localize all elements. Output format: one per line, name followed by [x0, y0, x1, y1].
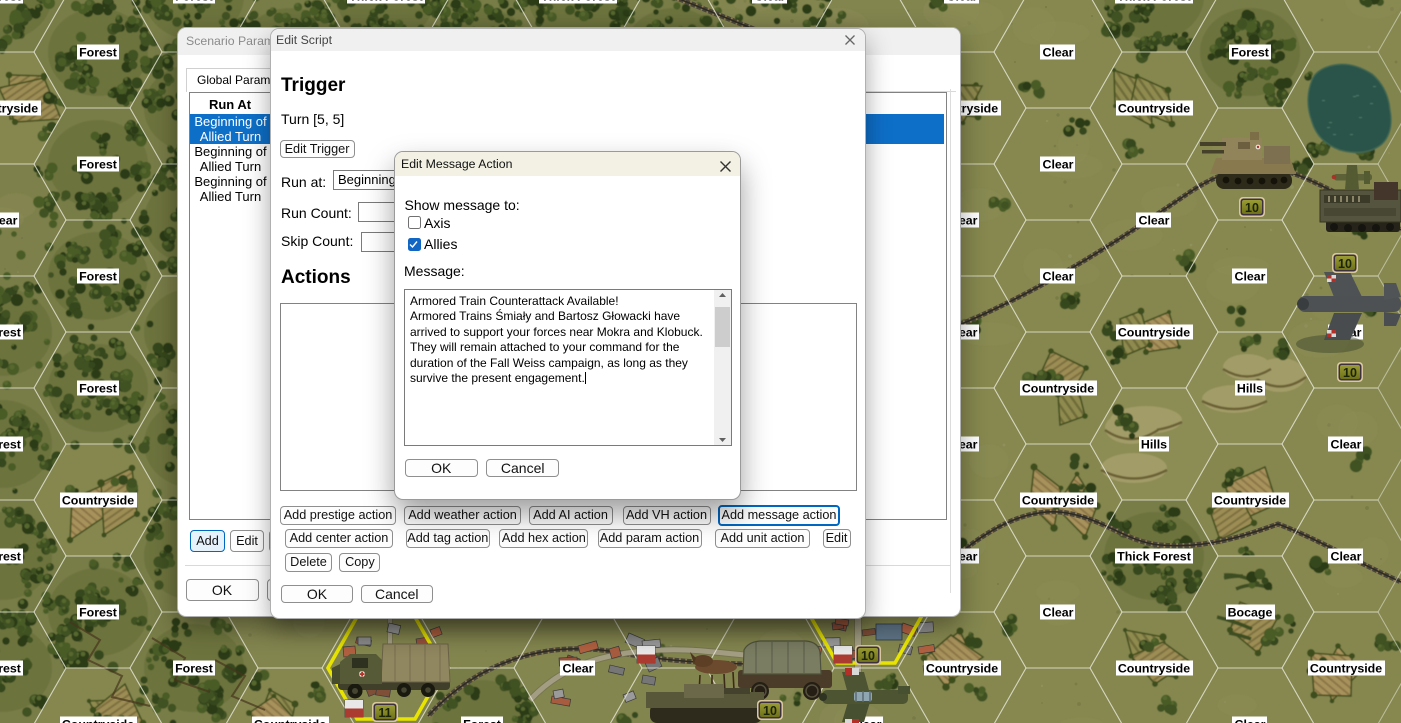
- svg-text:Forest: Forest: [79, 46, 117, 60]
- svg-text:Clear: Clear: [1235, 718, 1266, 723]
- svg-text:Forest: Forest: [0, 662, 21, 676]
- svg-text:Countryside: Countryside: [1214, 494, 1286, 508]
- svg-text:Clear: Clear: [1043, 606, 1074, 620]
- svg-text:Forest: Forest: [79, 158, 117, 172]
- svg-text:Countryside: Countryside: [1022, 382, 1094, 396]
- svg-text:Forest: Forest: [79, 382, 117, 396]
- svg-text:11: 11: [378, 706, 391, 720]
- svg-text:Countryside: Countryside: [62, 494, 134, 508]
- svg-text:Forest: Forest: [0, 438, 21, 452]
- svg-text:Bocage: Bocage: [1228, 606, 1273, 620]
- svg-text:10: 10: [1343, 366, 1357, 380]
- svg-text:Countryside: Countryside: [1118, 102, 1190, 116]
- svg-text:Clear: Clear: [1235, 270, 1266, 284]
- svg-text:Forest: Forest: [1231, 46, 1269, 60]
- svg-text:Thick Forest: Thick Forest: [1117, 550, 1191, 564]
- svg-text:Clear: Clear: [1331, 438, 1362, 452]
- svg-text:Forest: Forest: [79, 270, 117, 284]
- svg-text:Countryside: Countryside: [254, 718, 326, 723]
- svg-text:Countryside: Countryside: [926, 662, 998, 676]
- svg-text:Countryside: Countryside: [1118, 662, 1190, 676]
- svg-text:Hills: Hills: [1237, 382, 1263, 396]
- svg-text:Forest: Forest: [175, 662, 213, 676]
- svg-text:Clear: Clear: [1331, 550, 1362, 564]
- svg-text:Forest: Forest: [0, 326, 21, 340]
- svg-text:Clear: Clear: [947, 0, 978, 4]
- svg-text:Forest: Forest: [0, 550, 21, 564]
- svg-text:Thick Forest: Thick Forest: [1117, 0, 1191, 4]
- svg-text:Forest: Forest: [79, 606, 117, 620]
- svg-text:10: 10: [1245, 201, 1259, 215]
- svg-text:Forest: Forest: [0, 0, 21, 4]
- svg-text:Clear: Clear: [1139, 214, 1170, 228]
- svg-text:Countryside: Countryside: [62, 718, 134, 723]
- svg-text:10: 10: [763, 704, 777, 718]
- svg-text:Clear: Clear: [755, 0, 786, 4]
- svg-text:Thick Forest: Thick Forest: [541, 0, 615, 4]
- svg-text:10: 10: [861, 649, 875, 663]
- svg-text:10: 10: [1338, 257, 1352, 271]
- svg-text:Forest: Forest: [463, 718, 501, 723]
- svg-text:Clear: Clear: [1043, 46, 1074, 60]
- svg-text:Clear: Clear: [0, 214, 18, 228]
- svg-text:Countryside: Countryside: [0, 102, 38, 116]
- svg-text:Hills: Hills: [1141, 438, 1167, 452]
- svg-text:Thick Forest: Thick Forest: [349, 0, 423, 4]
- svg-text:Countryside: Countryside: [1118, 326, 1190, 340]
- svg-text:Clear: Clear: [1043, 270, 1074, 284]
- svg-text:Forest: Forest: [175, 0, 213, 4]
- svg-text:Countryside: Countryside: [1310, 662, 1382, 676]
- svg-text:Countryside: Countryside: [1022, 494, 1094, 508]
- svg-text:Clear: Clear: [563, 662, 594, 676]
- svg-text:Clear: Clear: [1043, 158, 1074, 172]
